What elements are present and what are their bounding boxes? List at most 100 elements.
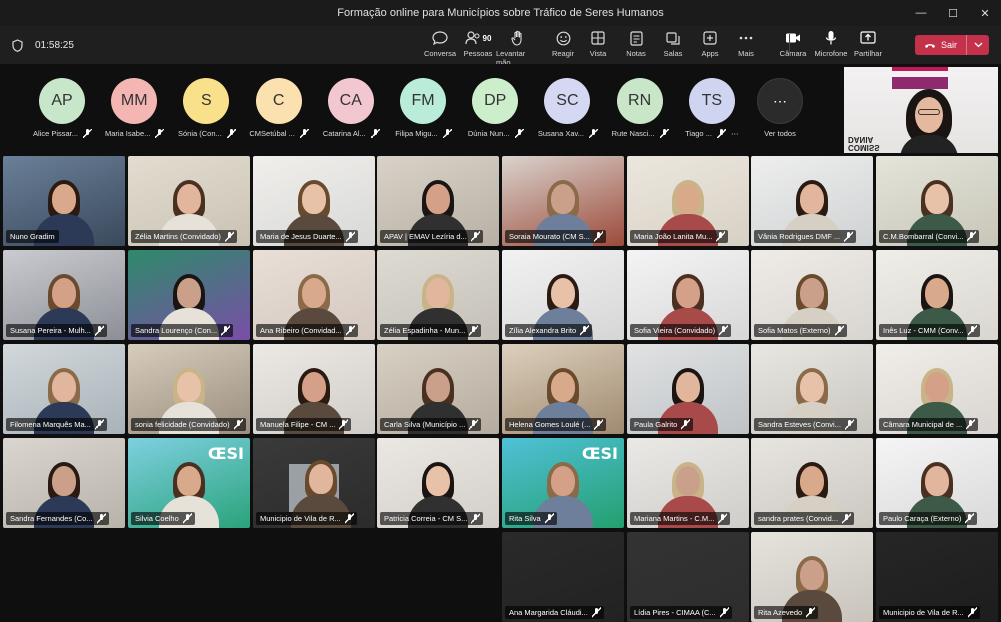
roster-avatar[interactable]: TS Tiago ... ⋯ <box>676 78 748 140</box>
video-tile[interactable]: Sandra Esteves (Convi... <box>751 344 873 434</box>
mic-off-icon <box>221 325 231 336</box>
mic-off-icon <box>719 325 729 336</box>
video-tile[interactable]: Lídia Pires - CIMAA (C... <box>627 532 749 622</box>
more-options-icon[interactable]: ⋯ <box>731 129 739 138</box>
video-tile[interactable]: Câmara Municipal de ... <box>876 344 998 434</box>
participant-name-tag: Susana Pereira - Mulh... <box>6 324 107 337</box>
participant-name-tag: Soraia Mourato (CM S... <box>505 230 606 243</box>
roster-avatar[interactable]: CA Catarina Al... <box>315 78 387 140</box>
participant-name-tag: APAV | EMAV Lezíria d... <box>380 230 483 243</box>
video-tile[interactable]: Zília Alexandra Brito <box>502 250 624 340</box>
video-tile[interactable]: Patricia Correia - CM S... <box>377 438 499 528</box>
video-tile[interactable]: Nuno Gradim <box>3 156 125 246</box>
video-tile[interactable]: sonia felicidade (Convidado) <box>128 344 250 434</box>
mic-icon <box>825 30 837 46</box>
mic-off-icon <box>594 419 604 430</box>
raise-button[interactable]: Levantar mão <box>496 30 540 67</box>
roster-avatar[interactable]: FM Filipa Migu... <box>387 78 459 140</box>
maximize-icon[interactable]: ☐ <box>937 0 969 26</box>
self-view-person <box>898 87 958 153</box>
video-tile[interactable]: Vânia Rodrigues DMF ... <box>751 156 873 246</box>
more-icon: ⋯ <box>757 78 803 124</box>
share-icon <box>860 30 876 46</box>
video-tile[interactable]: Ana Margarida Cláudi... <box>502 532 624 622</box>
video-tile[interactable]: Soraia Mourato (CM S... <box>502 156 624 246</box>
mic-off-icon <box>471 513 481 524</box>
video-tile[interactable]: sandra prates (Convid... <box>751 438 873 528</box>
roster-avatar[interactable]: RN Rute Nasci... <box>604 78 676 140</box>
video-tile[interactable]: Zélia Espadinha - Mun... <box>377 250 499 340</box>
video-tile[interactable]: Maria João Lanita Mu... <box>627 156 749 246</box>
video-tile[interactable]: Maria de Jesus Duarte... <box>253 156 375 246</box>
avatar-initials: C <box>255 78 302 124</box>
close-icon[interactable]: ✕ <box>969 0 1001 26</box>
avatar-name-row: CMSetúbal ... <box>243 129 315 138</box>
video-tile[interactable]: Manuela Filipe - CM ... <box>253 344 375 434</box>
mic-off-icon <box>593 231 603 242</box>
react-label: Reagir <box>551 49 575 58</box>
participant-name-tag: Silvia Coelho <box>131 512 195 525</box>
video-tile[interactable]: Sofia Matos (Externo) <box>751 250 873 340</box>
participant-name: Sandra Lourenço (Con... <box>135 326 218 335</box>
video-tile[interactable]: Sandra Fernandes (Co... <box>3 438 125 528</box>
video-tile[interactable]: Inês Luz - CMM (Conv... <box>876 250 998 340</box>
roster-avatar[interactable]: AP Alice Pissar... <box>26 78 98 140</box>
participant-name: Sandra Esteves (Convi... <box>758 420 841 429</box>
video-tile[interactable]: Susana Pereira - Mulh... <box>3 250 125 340</box>
video-tile[interactable]: C.M.Bombarral (Convi... <box>876 156 998 246</box>
video-tile[interactable]: Municipio de Vila de R... <box>253 438 375 528</box>
video-tile[interactable]: Sandra Lourenço (Con... <box>128 250 250 340</box>
video-tile[interactable]: Filomena Marquês Ma... <box>3 344 125 434</box>
participant-name: Patricia Correia - CM S... <box>384 514 468 523</box>
oesi-logo: ŒSI <box>581 444 618 463</box>
participant-name-tag: Câmara Municipal de ... <box>879 418 979 431</box>
meeting-info: 01:58:25 <box>12 26 74 64</box>
leave-button[interactable]: Sair <box>915 35 989 55</box>
video-tile[interactable]: Municipio de Vila de R... <box>876 532 998 622</box>
participant-name: Silvia Coelho <box>135 514 179 523</box>
participant-name-tag: Sofia Matos (Externo) <box>754 324 847 337</box>
participant-roster: ⋯ Ver todos AP Alice Pissar... MM Maria Isa… <box>0 64 842 154</box>
video-tile[interactable]: APAV | EMAV Lezíria d... <box>377 156 499 246</box>
participant-name: Sofia Matos (Externo) <box>758 326 831 335</box>
participant-name-tag: Zélia Martins (Convidado) <box>131 230 237 243</box>
participant-name-tag: Lídia Pires - CIMAA (C... <box>630 606 732 619</box>
share-label: Partilhar <box>854 49 882 58</box>
mic-off-icon <box>345 231 355 242</box>
avatar-name-row: Catarina Al... <box>315 129 387 138</box>
video-tile[interactable]: Paulo Caraça (Externo) <box>876 438 998 528</box>
video-tile[interactable]: Rita Azevedo <box>751 532 873 622</box>
avatar-initials: RN <box>616 78 663 124</box>
more-button[interactable]: Mais <box>724 30 768 60</box>
participant-name: Sandra Fernandes (Co... <box>10 514 93 523</box>
avatar-name: Tiago ... <box>685 129 712 138</box>
mic-off-icon <box>588 129 598 138</box>
roster-avatar[interactable]: S Sónia (Con... <box>170 78 242 140</box>
avatar-name: Sónia (Con... <box>178 129 222 138</box>
participant-name-tag: Paula Galrito <box>630 418 694 431</box>
roster-avatar[interactable]: SC Susana Xav... <box>531 78 603 140</box>
video-tile[interactable]: Paula Galrito <box>627 344 749 434</box>
roster-avatar[interactable]: C CMSetúbal ... <box>243 78 315 140</box>
roster-avatar[interactable]: DP Dúnia Nun... <box>459 78 531 140</box>
roster-avatar[interactable]: MM Maria Isabe... <box>98 78 170 140</box>
video-tile[interactable]: Carla Silva (Município ... <box>377 344 499 434</box>
share-button[interactable]: Partilhar <box>846 30 890 60</box>
mic-off-icon <box>96 513 106 524</box>
people-button[interactable]: 90 Pessoas <box>456 30 500 60</box>
video-tile[interactable]: Helena Gomes Loulé (... <box>502 344 624 434</box>
mic-off-icon <box>94 419 104 430</box>
video-tile[interactable]: Mariana Martins - C.M... <box>627 438 749 528</box>
participant-name-tag: Sandra Fernandes (Co... <box>6 512 109 525</box>
video-tile[interactable]: ŒSI Silvia Coelho <box>128 438 250 528</box>
video-tile[interactable]: ŒSI Rita Silva <box>502 438 624 528</box>
chevron-down-icon[interactable] <box>967 42 989 48</box>
see-all-button[interactable]: ⋯ Ver todos <box>756 78 804 138</box>
minimize-icon[interactable]: — <box>905 0 937 26</box>
video-tile[interactable]: Ana Ribeiro (Convidad... <box>253 250 375 340</box>
participant-name: Ana Ribeiro (Convidad... <box>260 326 342 335</box>
participant-name-tag: Sofia Vieira (Convidado) <box>630 324 732 337</box>
self-view[interactable]: COMISS DANIA <box>844 67 998 153</box>
video-tile[interactable]: Zélia Martins (Convidado) <box>128 156 250 246</box>
video-tile[interactable]: Sofia Vieira (Convidado) <box>627 250 749 340</box>
